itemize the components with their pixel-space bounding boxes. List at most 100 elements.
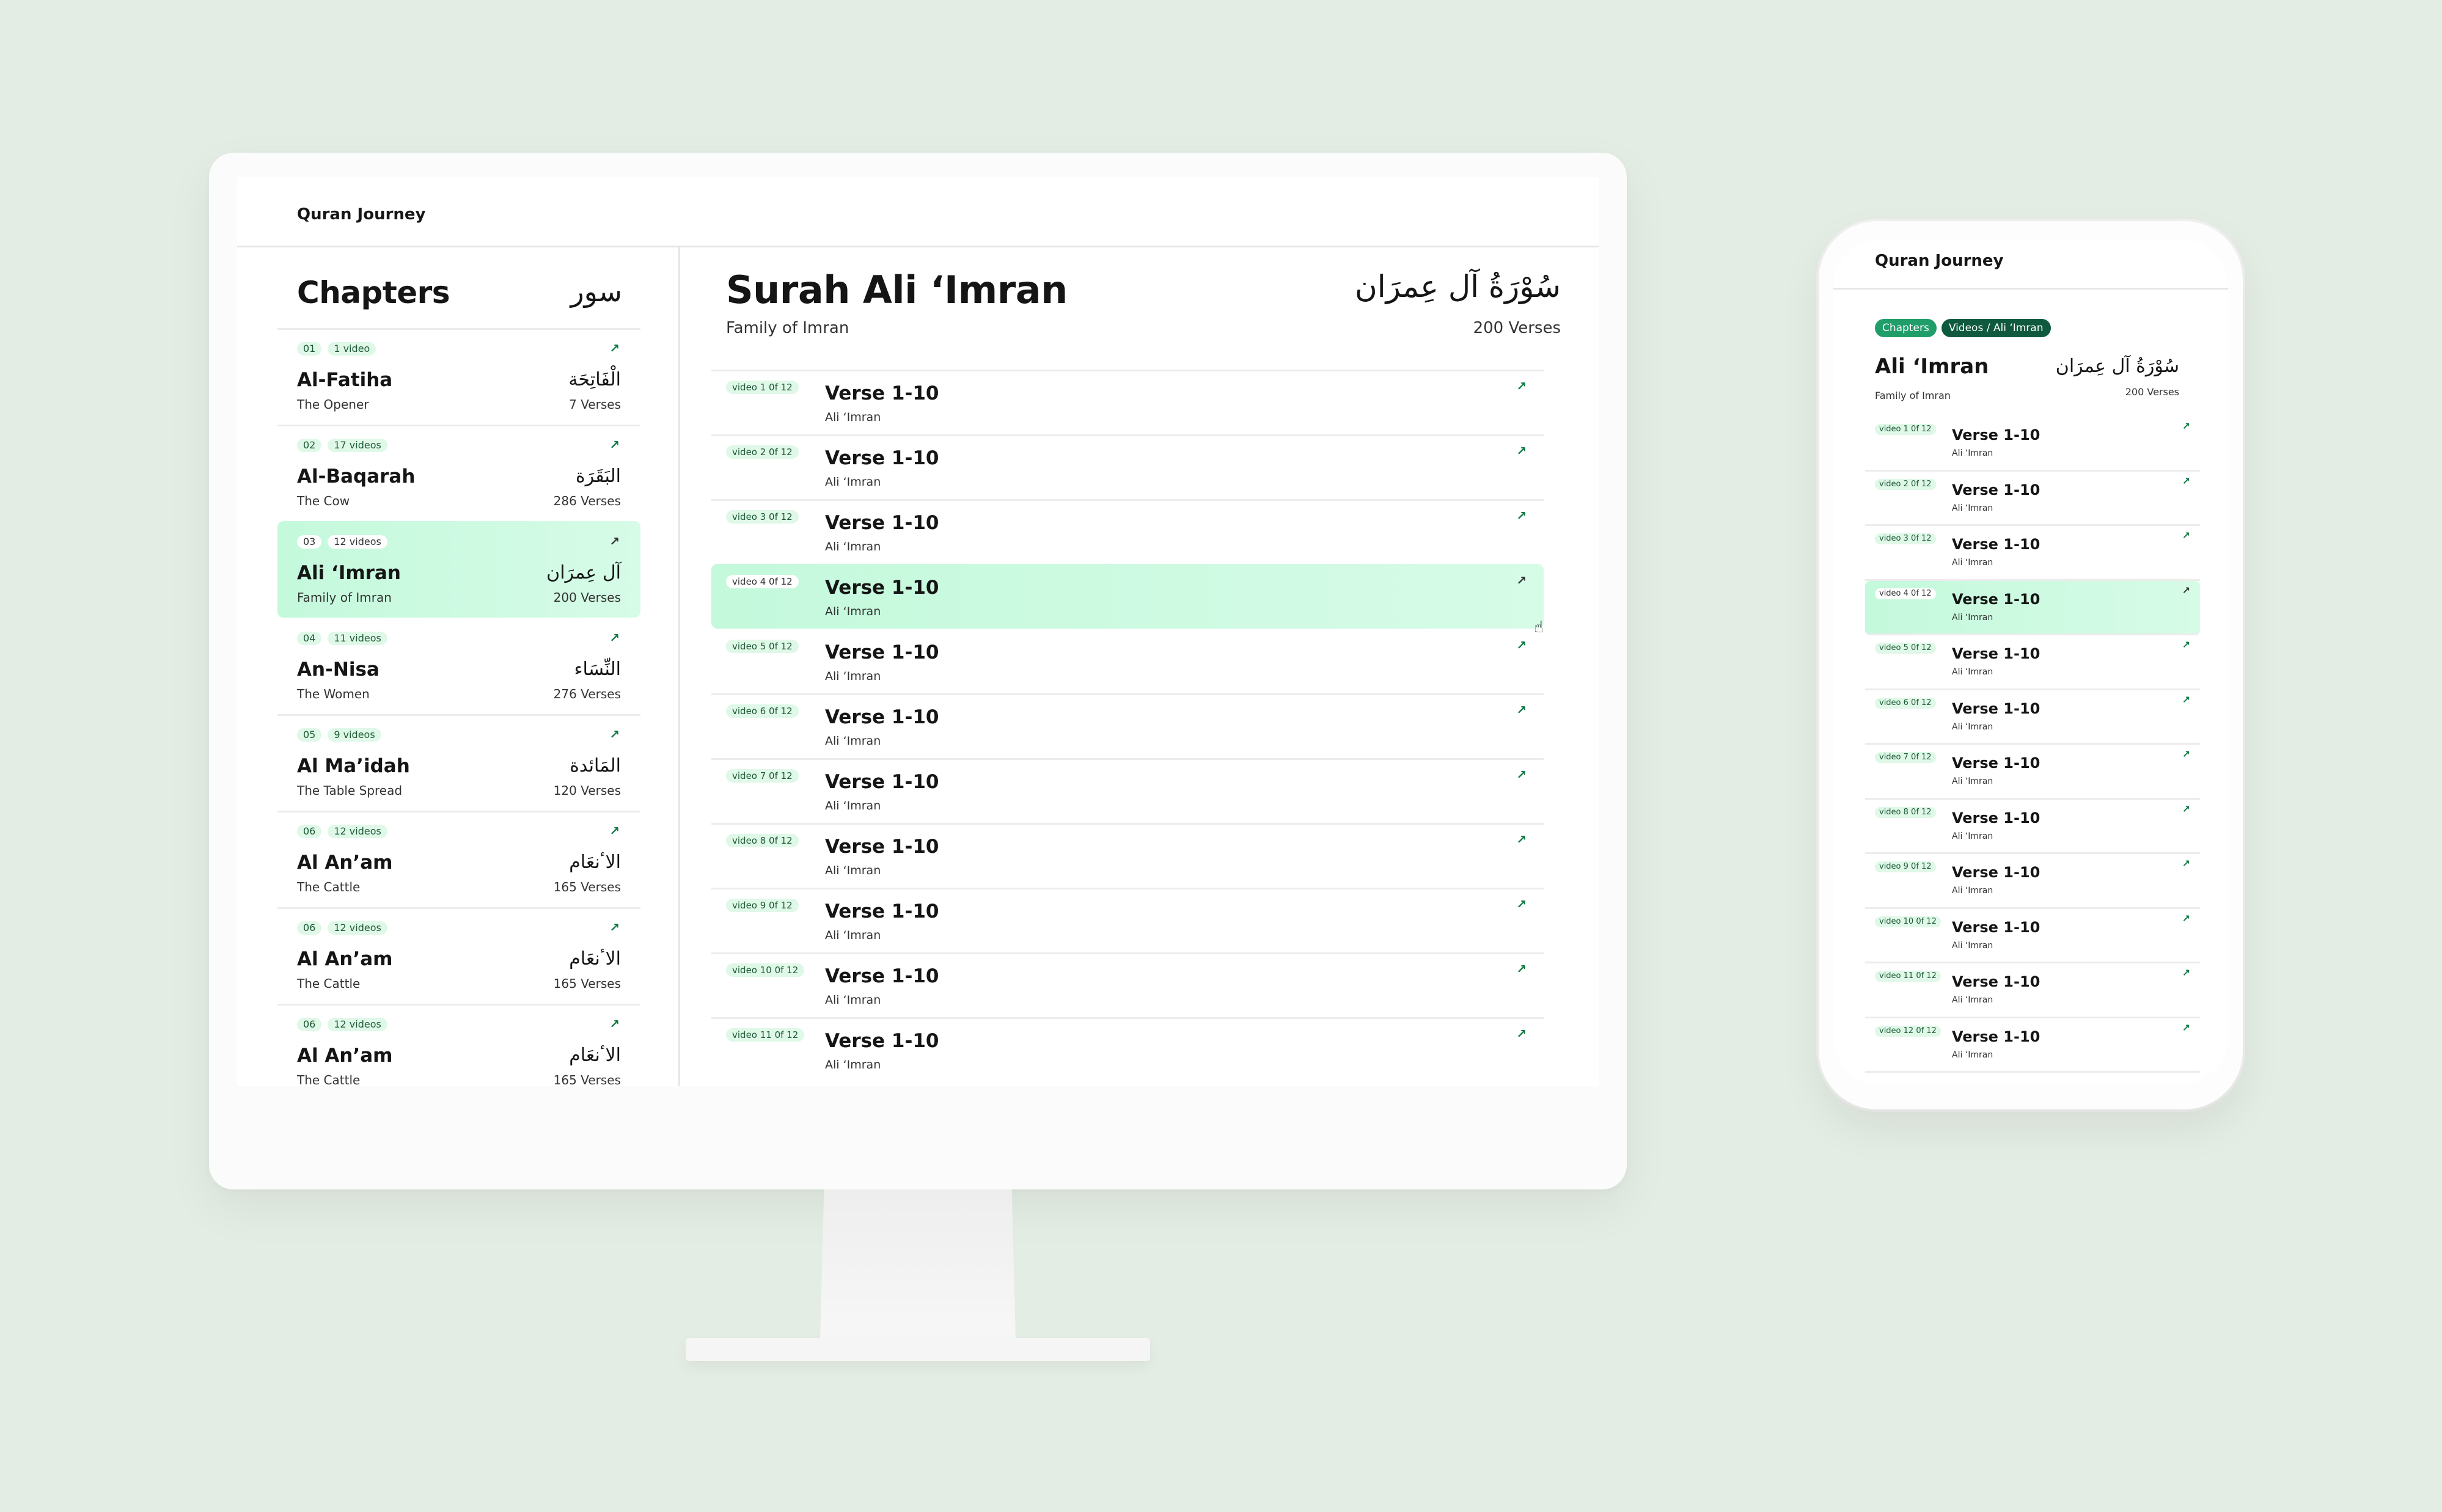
video-row[interactable]: video 12 0f 12 Verse 1-10 Ali ‘Imran ↗ — [1865, 1018, 2200, 1073]
open-arrow-icon[interactable]: ↗ — [2182, 639, 2190, 651]
video-row[interactable]: video 9 0f 12 Verse 1-10 Ali ‘Imran ↗ — [711, 888, 1544, 952]
video-count-badge: 9 videos — [328, 728, 381, 742]
open-arrow-icon[interactable]: ↗ — [2182, 858, 2190, 869]
video-row-active[interactable]: video 4 0f 12 Verse 1-10 Ali ‘Imran ↗ — [1865, 580, 2200, 635]
video-row[interactable]: video 9 0f 12 Verse 1-10 Ali ‘Imran ↗ — [1865, 854, 2200, 909]
video-count-badge: 12 videos — [328, 535, 387, 549]
video-row[interactable]: video 2 0f 12 Verse 1-10 Ali ‘Imran ↗ — [1865, 472, 2200, 526]
video-row[interactable]: video 1 0f 12 Verse 1-10 Ali ‘Imran ↗ — [1865, 417, 2200, 472]
open-arrow-icon[interactable]: ↗ — [609, 727, 620, 742]
open-arrow-icon[interactable]: ↗ — [609, 1017, 620, 1031]
video-index-badge: video 1 0f 12 — [726, 381, 799, 394]
video-row[interactable]: video 7 0f 12 Verse 1-10 Ali ‘Imran ↗ — [1865, 745, 2200, 800]
mobile-video-list: video 1 0f 12 Verse 1-10 Ali ‘Imran ↗ video… — [1865, 417, 2200, 1073]
chapter-item[interactable]: 06 12 videos ↗ Al An’am The Cattle الاٴنع… — [277, 907, 640, 1004]
chapter-item[interactable]: 02 17 videos ↗ Al-Baqarah The Cow البَقَر… — [277, 425, 640, 521]
video-subtitle: Ali ‘Imran — [825, 799, 881, 813]
open-arrow-icon[interactable]: ↗ — [609, 341, 620, 356]
video-index-badge: video 3 0f 12 — [726, 510, 799, 524]
video-row[interactable]: video 7 0f 12 Verse 1-10 Ali ‘Imran ↗ — [711, 758, 1544, 823]
open-arrow-icon[interactable]: ↗ — [2182, 967, 2190, 979]
breadcrumb-chapters[interactable]: Chapters — [1875, 319, 1937, 337]
video-title: Verse 1-10 — [825, 771, 939, 793]
breadcrumb-videos[interactable]: Videos / Ali ‘Imran — [1941, 319, 2051, 337]
video-row[interactable]: video 8 0f 12 Verse 1-10 Ali ‘Imran ↗ — [1865, 800, 2200, 854]
video-row[interactable]: video 1 0f 12 Verse 1-10 Ali ‘Imran ↗ — [711, 370, 1544, 434]
chapters-heading-arabic: سور — [570, 275, 622, 308]
open-arrow-icon[interactable]: ↗ — [1516, 703, 1527, 717]
video-title: Verse 1-10 — [1952, 864, 2041, 881]
brand-logo[interactable]: Quran Journey — [297, 205, 426, 224]
video-row[interactable]: video 3 0f 12 Verse 1-10 Ali ‘Imran ↗ — [1865, 526, 2200, 581]
video-subtitle: Ali ‘Imran — [1952, 776, 1993, 786]
video-subtitle: Ali ‘Imran — [825, 411, 881, 424]
open-arrow-icon[interactable]: ↗ — [2182, 748, 2190, 760]
video-row[interactable]: video 2 0f 12 Verse 1-10 Ali ‘Imran ↗ — [711, 434, 1544, 499]
open-arrow-icon[interactable]: ↗ — [2182, 420, 2190, 432]
video-row[interactable]: video 6 0f 12 Verse 1-10 Ali ‘Imran ↗ — [1865, 690, 2200, 745]
open-arrow-icon[interactable]: ↗ — [609, 920, 620, 935]
chapter-verse-count: 7 Verses — [569, 397, 621, 412]
chapter-number-badge: 05 — [297, 728, 322, 742]
open-arrow-icon[interactable]: ↗ — [609, 630, 620, 645]
open-arrow-icon[interactable]: ↗ — [1516, 767, 1527, 782]
video-row[interactable]: video 6 0f 12 Verse 1-10 Ali ‘Imran ↗ — [711, 693, 1544, 758]
open-arrow-icon[interactable]: ↗ — [2182, 1022, 2190, 1034]
open-arrow-icon[interactable]: ↗ — [609, 824, 620, 838]
video-index-badge: video 8 0f 12 — [1875, 806, 1936, 818]
open-arrow-icon[interactable]: ↗ — [1516, 962, 1527, 976]
monitor-stand-base — [686, 1338, 1150, 1361]
video-subtitle: Ali ‘Imran — [825, 864, 881, 877]
video-index-badge: video 10 0f 12 — [726, 963, 805, 977]
open-arrow-icon[interactable]: ↗ — [1516, 379, 1527, 393]
open-arrow-icon[interactable]: ↗ — [2182, 694, 2190, 706]
mobile-header: Quran Journey — [1833, 239, 2228, 290]
video-row-active[interactable]: video 4 0f 12 Verse 1-10 Ali ‘Imran ↗ — [711, 564, 1544, 629]
video-row[interactable]: video 11 0f 12 Verse 1-10 Ali ‘Imran ↗ — [1865, 963, 2200, 1018]
open-arrow-icon[interactable]: ↗ — [1516, 508, 1527, 523]
video-index-badge: video 11 0f 12 — [1875, 971, 1941, 982]
open-arrow-icon[interactable]: ↗ — [609, 437, 620, 452]
video-row[interactable]: video 8 0f 12 Verse 1-10 Ali ‘Imran ↗ — [711, 823, 1544, 888]
video-index-badge: video 6 0f 12 — [726, 704, 799, 718]
chapter-number-badge: 04 — [297, 632, 322, 645]
chapter-item[interactable]: 04 11 videos ↗ An-Nisa The Women النِّسَا… — [277, 618, 640, 714]
chapter-verse-count: 286 Verses — [553, 494, 621, 508]
open-arrow-icon[interactable]: ↗ — [609, 534, 620, 549]
open-arrow-icon[interactable]: ↗ — [2182, 803, 2190, 815]
video-row[interactable]: video 3 0f 12 Verse 1-10 Ali ‘Imran ↗ — [711, 499, 1544, 564]
surah-title-arabic: سُوْرَةُ آل عِمرَان — [1354, 269, 1561, 304]
open-arrow-icon[interactable]: ↗ — [1516, 832, 1527, 847]
open-arrow-icon[interactable]: ↗ — [2182, 530, 2190, 541]
chapter-verse-count: 120 Verses — [553, 783, 621, 798]
open-arrow-icon[interactable]: ↗ — [2182, 475, 2190, 487]
open-arrow-icon[interactable]: ↗ — [1516, 638, 1527, 652]
open-arrow-icon[interactable]: ↗ — [1516, 897, 1527, 911]
video-row[interactable]: video 11 0f 12 Verse 1-10 Ali ‘Imran ↗ — [711, 1017, 1544, 1082]
video-row[interactable]: video 10 0f 12 Verse 1-10 Ali ‘Imran ↗ — [711, 952, 1544, 1017]
video-row[interactable]: video 5 0f 12 Verse 1-10 Ali ‘Imran ↗ — [711, 629, 1544, 693]
chapter-item[interactable]: 06 12 videos ↗ Al An’am The Cattle الاٴنع… — [277, 1004, 640, 1086]
mobile-surah-subtitle: Family of Imran — [1875, 390, 1951, 401]
chapter-item-active[interactable]: 03 12 videos ↗ Ali ‘Imran Family of Imran… — [277, 521, 640, 618]
video-subtitle: Ali ‘Imran — [825, 929, 881, 942]
chapter-item[interactable]: 06 12 videos ↗ Al An’am The Cattle الاٴنع… — [277, 811, 640, 907]
open-arrow-icon[interactable]: ↗ — [1516, 1026, 1527, 1041]
video-row[interactable]: video 10 0f 12 Verse 1-10 Ali ‘Imran ↗ — [1865, 909, 2200, 963]
chapter-arabic-name: الاٴنعَام — [569, 1045, 621, 1066]
chapter-item[interactable]: 01 1 video ↗ Al-Fatiha The Opener الْفَات… — [277, 328, 640, 425]
video-subtitle: Ali ‘Imran — [825, 540, 881, 553]
chapter-translation: The Cow — [297, 494, 350, 508]
video-index-badge: video 7 0f 12 — [1875, 752, 1936, 763]
chapter-translation: The Women — [297, 687, 370, 701]
video-index-badge: video 4 0f 12 — [1875, 588, 1936, 599]
open-arrow-icon[interactable]: ↗ — [2182, 585, 2190, 596]
video-row[interactable]: video 5 0f 12 Verse 1-10 Ali ‘Imran ↗ — [1865, 635, 2200, 690]
brand-logo[interactable]: Quran Journey — [1875, 252, 2004, 270]
open-arrow-icon[interactable]: ↗ — [1516, 444, 1527, 458]
open-arrow-icon[interactable]: ↗ — [2182, 913, 2190, 924]
open-arrow-icon[interactable]: ↗ — [1516, 573, 1527, 588]
chapter-name: Al An’am — [297, 852, 393, 874]
video-subtitle: Ali ‘Imran — [1952, 1050, 1993, 1060]
chapter-item[interactable]: 05 9 videos ↗ Al Ma’idah The Table Spread… — [277, 714, 640, 811]
